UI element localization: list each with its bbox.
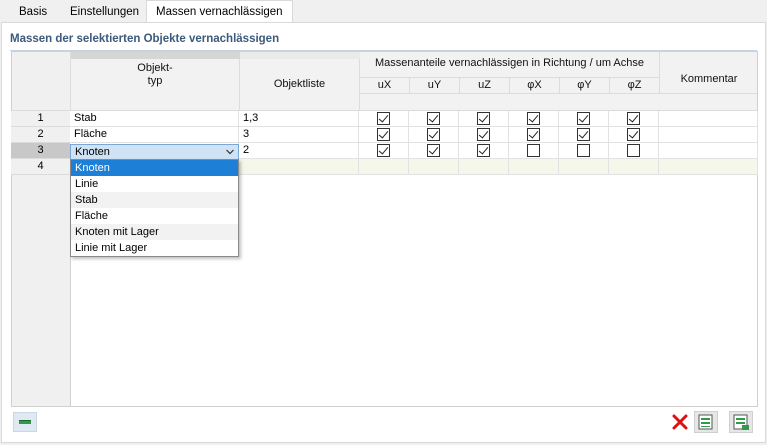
import-button[interactable]	[729, 411, 753, 433]
cell-objektliste[interactable]: 3	[239, 127, 359, 143]
checkbox[interactable]	[427, 112, 440, 125]
dropdown-option-flaeche[interactable]: Fläche	[71, 208, 238, 224]
dropdown-option-stab[interactable]: Stab	[71, 192, 238, 208]
checkbox[interactable]	[627, 128, 640, 141]
cell-kommentar[interactable]	[659, 143, 758, 159]
dropdown-option-linie[interactable]: Linie	[71, 176, 238, 192]
cell-check	[509, 159, 559, 175]
cell-kommentar[interactable]	[659, 159, 758, 175]
export-icon	[698, 414, 713, 430]
cell-kommentar[interactable]	[659, 111, 758, 127]
tab-bar: Basis Einstellungen Massen vernachlässig…	[0, 0, 767, 22]
checkbox[interactable]	[627, 144, 640, 157]
tab-massen-vernachlaessigen[interactable]: Massen vernachlässigen	[146, 0, 293, 22]
objekttyp-combobox[interactable]: Knoten	[70, 144, 239, 160]
cell-objektliste[interactable]: 2	[239, 143, 359, 159]
section-title: Massen der selektierten Objekte vernachl…	[10, 33, 280, 45]
row-number[interactable]: 2	[11, 127, 70, 143]
cell-kommentar[interactable]	[659, 127, 758, 143]
tab-einstellungen[interactable]: Einstellungen	[61, 3, 148, 22]
cell-check	[409, 159, 459, 175]
checkbox[interactable]	[577, 144, 590, 157]
checkbox[interactable]	[377, 144, 390, 157]
combobox-value: Knoten	[75, 146, 110, 158]
table-view-button[interactable]	[13, 412, 37, 432]
checkbox[interactable]	[577, 128, 590, 141]
row-number[interactable]: 1	[11, 111, 70, 127]
import-icon	[733, 414, 749, 430]
cell-objekttyp[interactable]: Stab	[70, 111, 239, 127]
cell-check	[609, 159, 659, 175]
table-view-icon	[19, 420, 31, 424]
cell-objekttyp[interactable]: Fläche	[70, 127, 239, 143]
tab-basis[interactable]: Basis	[10, 3, 56, 22]
checkbox[interactable]	[527, 112, 540, 125]
delete-button[interactable]	[668, 411, 692, 433]
dropdown-option-knoten-mit-lager[interactable]: Knoten mit Lager	[71, 224, 238, 240]
checkbox[interactable]	[427, 144, 440, 157]
objekttyp-dropdown: Knoten Linie Stab Fläche Knoten mit Lage…	[70, 159, 239, 257]
chevron-down-icon[interactable]	[226, 148, 234, 156]
cell-objektliste[interactable]: 1,3	[239, 111, 359, 127]
checkbox[interactable]	[477, 128, 490, 141]
checkbox[interactable]	[427, 128, 440, 141]
cell-check	[559, 159, 609, 175]
checkbox[interactable]	[627, 112, 640, 125]
row-number[interactable]: 3	[11, 143, 70, 159]
cell-check	[359, 159, 409, 175]
checkbox[interactable]	[477, 144, 490, 157]
cell-check	[459, 159, 509, 175]
checkbox[interactable]	[527, 128, 540, 141]
content-panel: Massen der selektierten Objekte vernachl…	[1, 22, 766, 443]
dropdown-option-linie-mit-lager[interactable]: Linie mit Lager	[71, 240, 238, 256]
checkbox[interactable]	[527, 144, 540, 157]
cell-objektliste[interactable]	[239, 159, 359, 175]
checkbox[interactable]	[377, 112, 390, 125]
export-button[interactable]	[694, 411, 718, 433]
checkbox[interactable]	[577, 112, 590, 125]
checkbox[interactable]	[477, 112, 490, 125]
dropdown-option-knoten[interactable]: Knoten	[71, 160, 238, 176]
row-number[interactable]: 4	[11, 159, 70, 175]
delete-icon	[672, 414, 688, 430]
checkbox[interactable]	[377, 128, 390, 141]
